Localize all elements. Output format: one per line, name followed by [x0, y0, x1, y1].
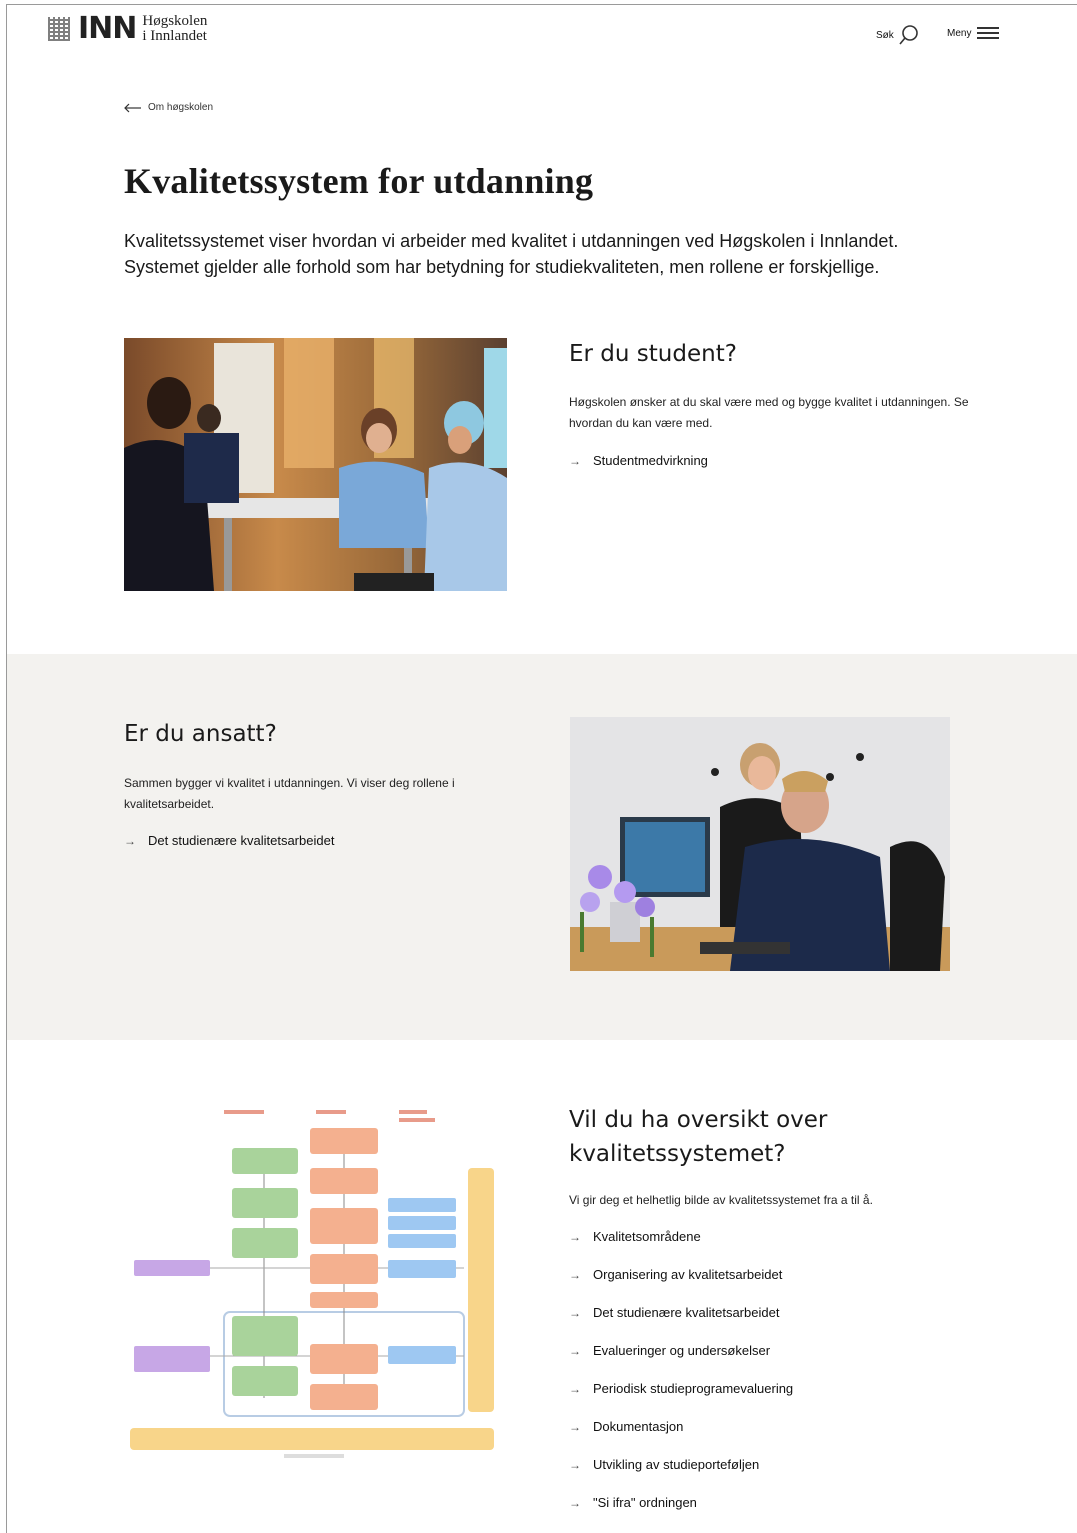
overview-link-portefoljen[interactable]: → Utvikling av studieporteføljen: [569, 1457, 759, 1472]
menu-label: Meny: [947, 27, 972, 39]
employee-heading: Er du ansatt?: [124, 721, 277, 747]
breadcrumb-back-link[interactable]: Om høgskolen: [124, 102, 213, 113]
arrow-right-icon: →: [569, 1381, 581, 1396]
link-label: "Si ifra" ordningen: [593, 1495, 697, 1510]
logo-text: Høgskolen i Innlandet: [142, 14, 207, 44]
overview-text: Vi gir deg et helhetlig bilde av kvalite…: [569, 1193, 873, 1207]
link-label: Utvikling av studieporteføljen: [593, 1457, 760, 1472]
arrow-right-icon: →: [569, 1419, 581, 1434]
employee-link[interactable]: → Det studienære kvalitetsarbeidet: [124, 833, 334, 848]
breadcrumb-label: Om høgskolen: [148, 102, 214, 113]
link-label: Evalueringer og undersøkelser: [593, 1343, 771, 1358]
student-link-label: Studentmedvirkning: [593, 453, 708, 468]
overview-heading: Vil du ha oversikt over kvalitetssysteme…: [569, 1103, 827, 1171]
arrow-right-icon: →: [569, 1495, 581, 1510]
arrow-right-icon: →: [124, 833, 136, 848]
link-label: Det studienære kvalitetsarbeidet: [593, 1305, 780, 1320]
logo-line-2: i Innlandet: [142, 28, 207, 44]
overview-heading-line-2: kvalitetssystemet?: [569, 1141, 786, 1167]
overview-link-periodisk[interactable]: → Periodisk studieprogramevaluering: [569, 1381, 793, 1396]
arrow-right-icon: →: [569, 453, 581, 468]
student-link[interactable]: → Studentmedvirkning: [569, 453, 708, 468]
overview-link-dokumentasjon[interactable]: → Dokumentasjon: [569, 1419, 683, 1434]
employee-text: Sammen bygger vi kvalitet i utdanningen.…: [124, 776, 455, 811]
overview-link-studienaere[interactable]: → Det studienære kvalitetsarbeidet: [569, 1305, 779, 1320]
arrow-right-icon: →: [569, 1305, 581, 1320]
page-title: Kvalitetssystem for utdanning: [124, 161, 594, 201]
arrow-right-icon: →: [569, 1267, 581, 1282]
quality-system-diagram: [124, 1098, 507, 1478]
overview-link-evalueringer[interactable]: → Evalueringer og undersøkelser: [569, 1343, 770, 1358]
overview-link-organisering[interactable]: → Organisering av kvalitetsarbeidet: [569, 1267, 782, 1282]
logo-grid-icon: [48, 17, 70, 41]
arrow-right-icon: →: [569, 1229, 581, 1244]
search-label: Søk: [876, 29, 894, 41]
student-heading: Er du student?: [569, 341, 737, 367]
arrow-left-icon: [124, 103, 141, 112]
search-icon: [899, 25, 918, 45]
employee-link-label: Det studienære kvalitetsarbeidet: [148, 833, 335, 848]
overview-link-kvalitetsomradene[interactable]: → Kvalitetsområdene: [569, 1229, 701, 1244]
logo[interactable]: INN Høgskolen i Innlandet: [48, 14, 207, 44]
link-label: Kvalitetsområdene: [593, 1229, 701, 1244]
search-button[interactable]: Søk: [876, 24, 920, 46]
menu-icon: [977, 24, 1000, 42]
link-label: Organisering av kvalitetsarbeidet: [593, 1267, 783, 1282]
logo-line-1: Høgskolen: [142, 13, 208, 29]
employees-photo: [570, 717, 950, 971]
student-text: Høgskolen ønsker at du skal være med og …: [569, 395, 969, 430]
arrow-right-icon: →: [569, 1457, 581, 1472]
overview-link-si-ifra[interactable]: → "Si ifra" ordningen: [569, 1495, 697, 1510]
students-photo: [124, 338, 507, 591]
overview-heading-line-1: Vil du ha oversikt over: [569, 1107, 828, 1133]
page-intro: Kvalitetssystemet viser hvordan vi arbei…: [124, 231, 899, 277]
link-label: Dokumentasjon: [593, 1419, 684, 1434]
logo-mark: INN: [78, 11, 137, 46]
arrow-right-icon: →: [569, 1343, 581, 1358]
link-label: Periodisk studieprogramevaluering: [593, 1381, 794, 1396]
menu-button[interactable]: Meny: [947, 24, 1000, 42]
